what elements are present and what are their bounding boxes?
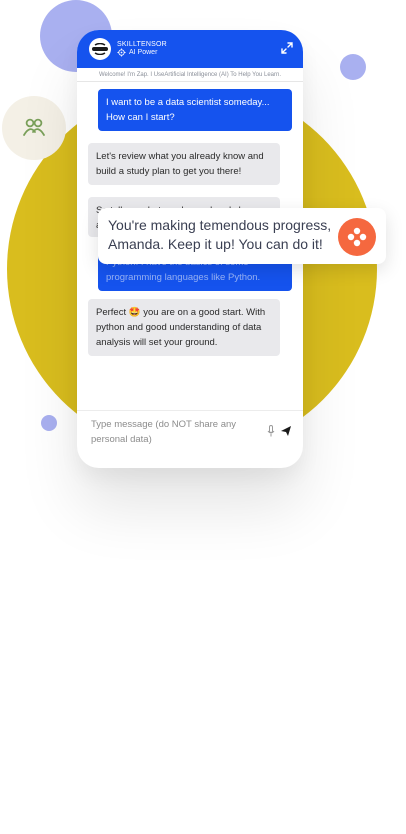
message-user-1: I want to be a data scientist someday...… [98,89,292,131]
message-bot-3: Perfect 🤩 you are on a good start. With … [88,299,280,356]
sparkle-icon [338,218,376,256]
send-icon[interactable] [280,425,292,437]
brand-subtitle: AI Power [129,49,158,56]
decor-circle-tiny [41,415,57,431]
encouragement-toast: You're making temendous progress, Amanda… [98,208,386,264]
users-icon [23,118,45,136]
message-input[interactable]: Type message (do NOT share any personal … [91,417,261,447]
gear-icon [117,48,126,57]
users-badge [2,96,66,160]
mic-icon[interactable] [267,425,275,437]
skilltensor-logo-icon [89,38,111,60]
message-input-bar: Type message (do NOT share any personal … [77,410,303,468]
decor-circle-small [340,54,366,80]
toast-text: You're making temendous progress, Amanda… [108,217,332,252]
brand-name: SKILLTENSOR [117,40,167,48]
expand-icon[interactable] [281,42,293,54]
welcome-banner: Welcome! I'm Zap. I UseArtificial Intell… [77,68,303,82]
message-bot-1: Let's review what you already know and b… [88,143,280,185]
chat-header: SKILLTENSOR AI Power [77,30,303,68]
